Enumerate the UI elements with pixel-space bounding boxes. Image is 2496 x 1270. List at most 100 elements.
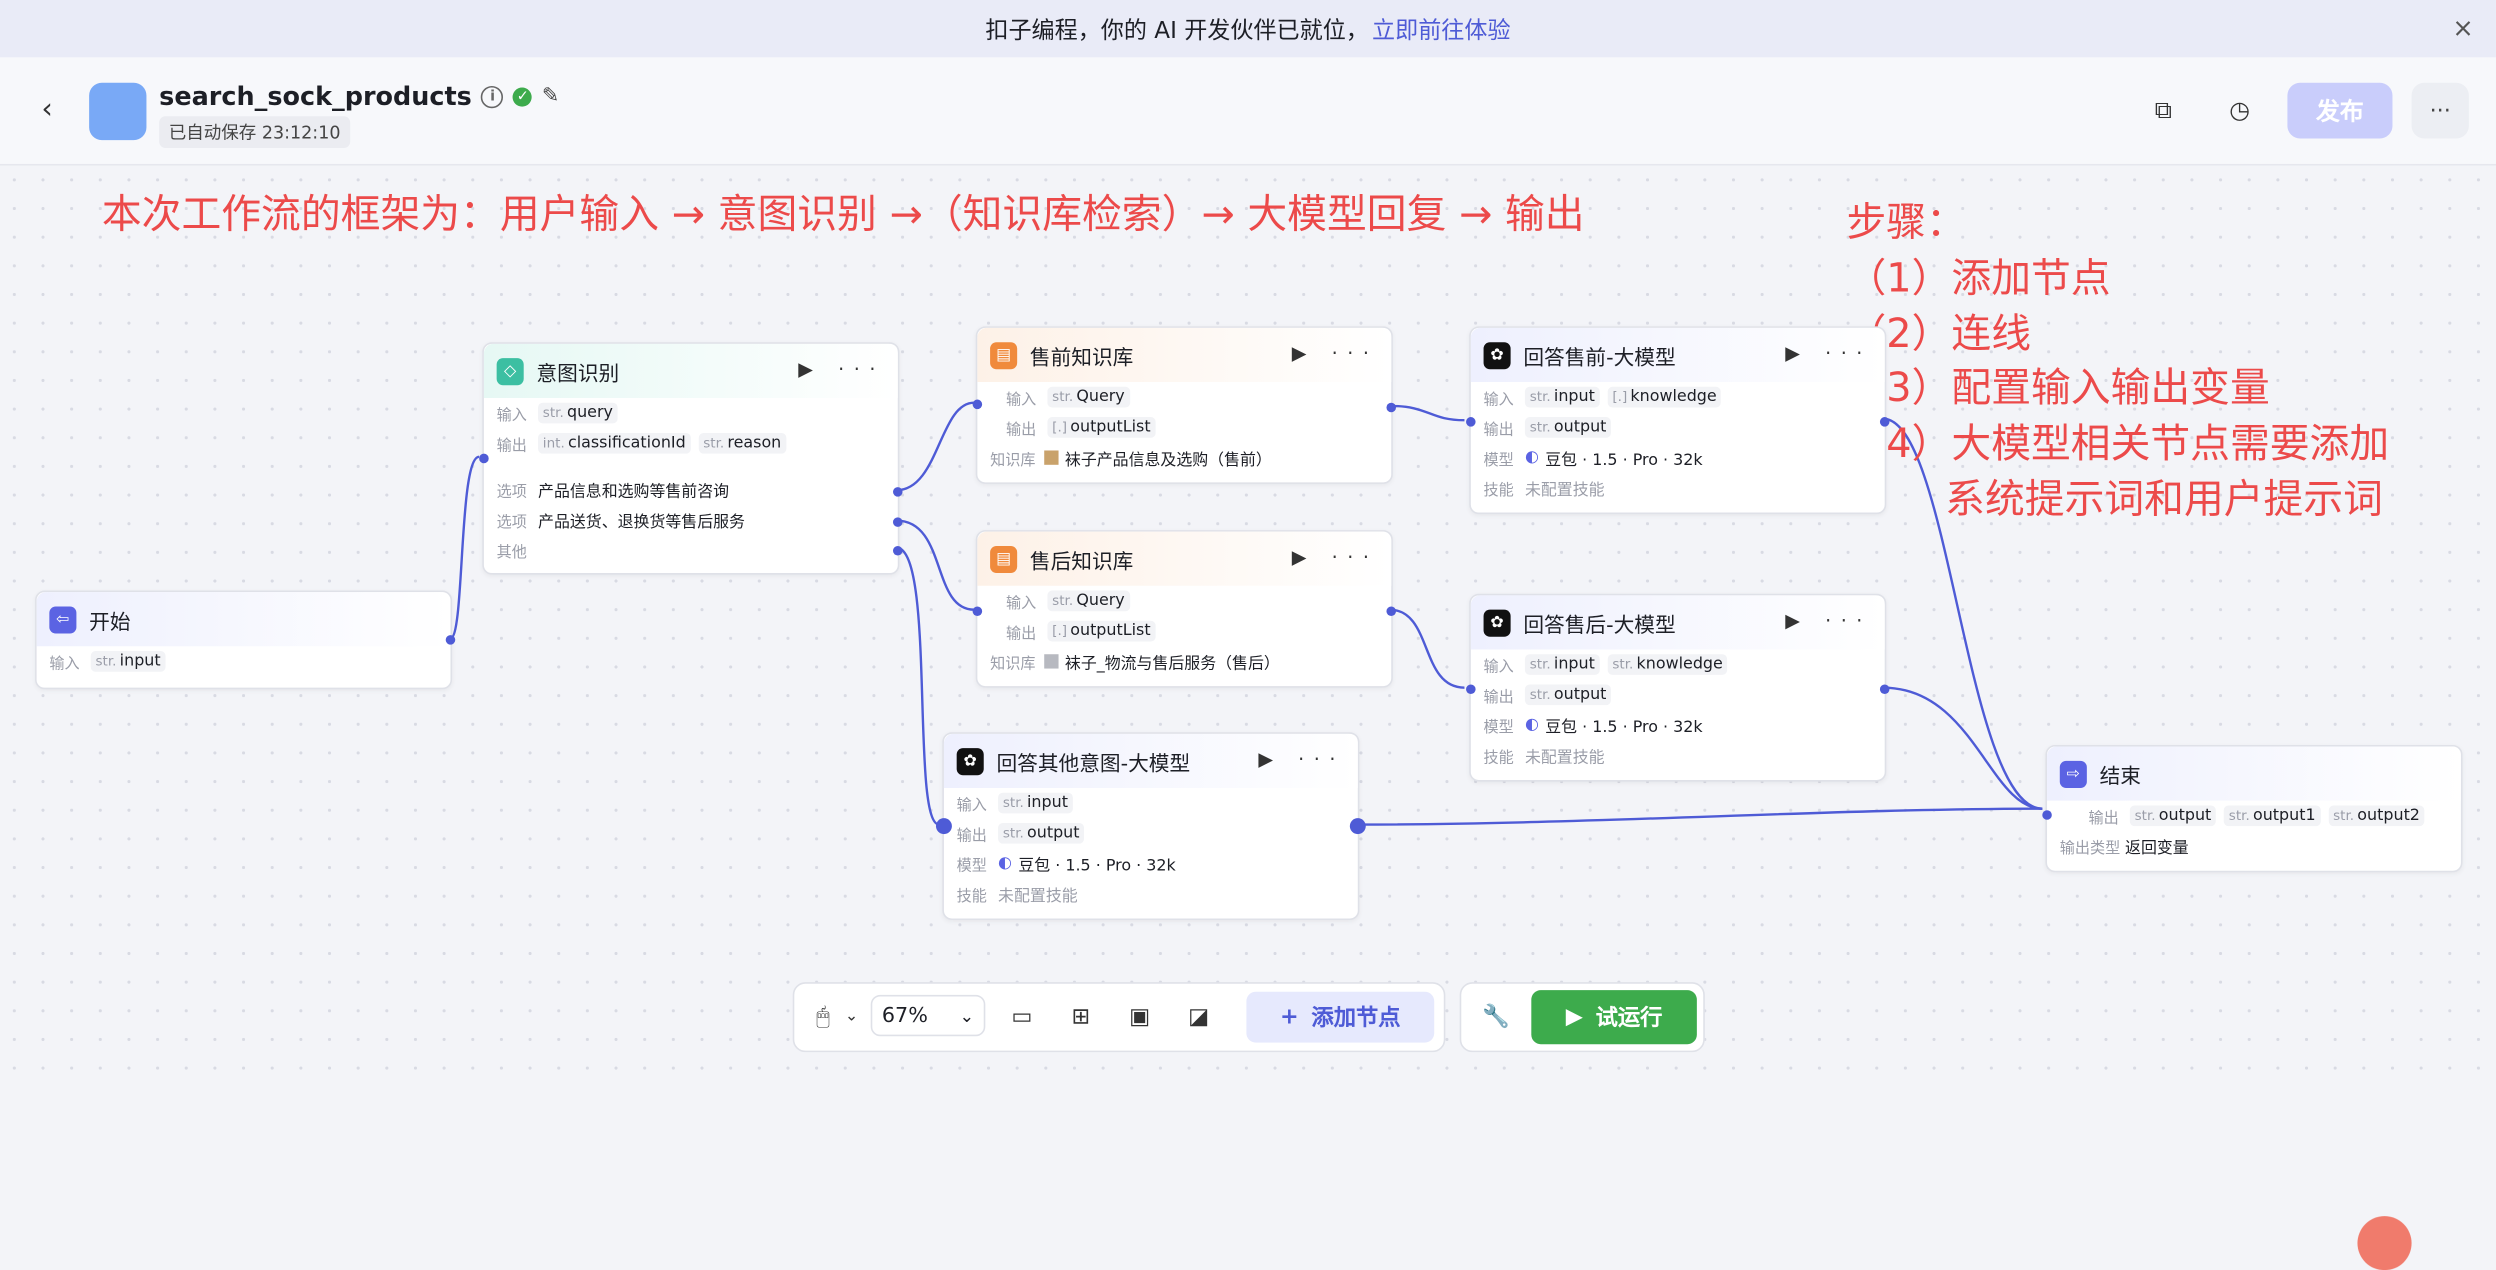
var-tag: str. output1 xyxy=(2224,805,2320,826)
node-postsale-kb[interactable]: ▤ 售后知识库 ▶ ··· 输入 str. Query 输出 [.] outputL… xyxy=(976,530,1393,688)
node-postsale-llm[interactable]: ✿ 回答售后-大模型 ▶ ··· 输入 str. input str. knowle… xyxy=(1469,594,1886,782)
check-icon: ✓ xyxy=(513,87,532,106)
output-port-1[interactable] xyxy=(893,487,903,497)
node-other-llm[interactable]: ✿ 回答其他意图-大模型 ▶ ··· 输入 str. input 输出 str. o… xyxy=(942,732,1359,920)
output-port[interactable] xyxy=(1350,818,1366,834)
output-port[interactable] xyxy=(1880,417,1890,427)
info-icon[interactable]: i xyxy=(481,85,503,107)
skill-label: 技能 xyxy=(957,883,998,905)
outtype-label: 输出类型 xyxy=(2060,835,2125,857)
llm-icon: ✿ xyxy=(957,747,984,774)
node-title: 售前知识库 xyxy=(1030,340,1133,370)
option-row: 其他 xyxy=(484,535,898,565)
node-actions[interactable]: ▶ ··· xyxy=(798,358,885,380)
node-start[interactable]: ⇦ 开始 输入 str. input xyxy=(35,591,452,690)
var-name: Query xyxy=(1076,592,1124,610)
zoom-select[interactable]: 67% ⌄ xyxy=(871,995,986,1036)
node-input-row: 输入 str. Query xyxy=(977,382,1391,412)
var-tag: str. query xyxy=(538,403,618,424)
back-icon[interactable]: ‹ xyxy=(41,92,52,125)
node-header: ⇨ 结束 xyxy=(2047,747,2461,801)
output-port[interactable] xyxy=(446,635,456,645)
more-menu-button[interactable]: ··· xyxy=(2412,83,2469,139)
test-run-button[interactable]: ▶ 试运行 xyxy=(1531,990,1697,1044)
edit-icon[interactable]: ✎ xyxy=(542,84,559,108)
copy-icon[interactable]: ⧉ xyxy=(2147,96,2179,128)
publish-button[interactable]: 发布 xyxy=(2287,83,2392,139)
node-actions[interactable]: ▶ ··· xyxy=(1292,342,1379,364)
chevron-down-icon[interactable]: ⌄ xyxy=(836,1001,868,1033)
node-actions[interactable]: ▶ ··· xyxy=(1258,748,1345,770)
wrench-icon[interactable]: 🔧 xyxy=(1480,1001,1512,1033)
model-icon: ◐ xyxy=(1525,716,1539,734)
node-skill-row: 技能 未配置技能 xyxy=(1471,473,1885,503)
play-icon: ▶ xyxy=(1566,1004,1583,1029)
node-title: 意图识别 xyxy=(536,356,619,386)
minimap-icon[interactable]: ◪ xyxy=(1183,1001,1215,1033)
input-label: 输入 xyxy=(1484,653,1525,675)
output-label: 输出 xyxy=(1006,416,1047,438)
node-header: ▤ 售后知识库 ▶ ··· xyxy=(977,532,1391,586)
output-label: 输出 xyxy=(2088,805,2129,827)
var-tag: str. input xyxy=(91,651,166,672)
framework-annotation: 本次工作流的框架为：用户输入 → 意图识别 →（知识库检索）→ 大模型回复 → … xyxy=(102,186,1585,242)
node-presale-kb[interactable]: ▤ 售前知识库 ▶ ··· 输入 str. Query 输出 [.] outputL… xyxy=(976,326,1393,484)
input-port[interactable] xyxy=(2042,810,2052,820)
var-name: knowledge xyxy=(1630,388,1716,406)
image-icon[interactable]: ▣ xyxy=(1124,1001,1156,1033)
edge-postkb-postllm xyxy=(1390,610,1465,688)
kb-label: 知识库 xyxy=(990,446,1044,468)
workflow-canvas[interactable]: 本次工作流的框架为：用户输入 → 意图识别 →（知识库检索）→ 大模型回复 → … xyxy=(0,166,2496,1080)
node-header: ✿ 回答售前-大模型 ▶ ··· xyxy=(1471,328,1885,382)
layout-icon[interactable]: ⊞ xyxy=(1065,1001,1097,1033)
llm-icon: ✿ xyxy=(1484,609,1511,636)
add-node-button[interactable]: + 添加节点 xyxy=(1246,992,1434,1043)
add-node-label: 添加节点 xyxy=(1311,1001,1400,1033)
node-end[interactable]: ⇨ 结束 输出 str. output str. output1 str. outpu… xyxy=(2045,745,2462,872)
input-label: 输入 xyxy=(957,792,998,814)
node-header: ✿ 回答其他意图-大模型 ▶ ··· xyxy=(944,734,1358,788)
close-icon[interactable]: × xyxy=(2452,13,2473,43)
node-output-row: 输出 str. output str. output1 str. output2 xyxy=(2047,801,2461,831)
type-prefix: str. xyxy=(1003,796,1024,812)
output-label: 输出 xyxy=(957,822,998,844)
var-tag: str. output xyxy=(1525,417,1611,438)
input-port[interactable] xyxy=(479,454,489,464)
node-kb-row: 知识库 袜子_物流与售后服务（售后） xyxy=(977,646,1391,676)
var-tag: str. reason xyxy=(698,433,786,454)
type-prefix: [.] xyxy=(1612,390,1627,406)
node-actions[interactable]: ▶ ··· xyxy=(1292,546,1379,568)
node-intent[interactable]: ◇ 意图识别 ▶ ··· 输入 str. query 输出 int. classif… xyxy=(482,342,899,574)
output-port[interactable] xyxy=(1386,606,1396,616)
output-port[interactable] xyxy=(1386,403,1396,413)
history-icon[interactable]: ◷ xyxy=(2224,96,2256,128)
var-name: output xyxy=(1554,686,1607,704)
type-prefix: str. xyxy=(1052,594,1073,610)
input-port[interactable] xyxy=(973,606,983,616)
node-actions[interactable]: ▶ ··· xyxy=(1785,610,1872,632)
banner-link[interactable]: 立即前往体验 xyxy=(1372,12,1510,45)
comment-icon[interactable]: ▭ xyxy=(1006,1001,1038,1033)
input-port[interactable] xyxy=(936,818,952,834)
node-actions[interactable]: ▶ ··· xyxy=(1785,342,1872,364)
input-port[interactable] xyxy=(973,400,983,410)
input-port[interactable] xyxy=(1466,417,1476,427)
input-port[interactable] xyxy=(1466,684,1476,694)
type-prefix: str. xyxy=(1530,420,1551,436)
var-tag: str. input xyxy=(1525,387,1600,408)
node-title: 回答其他意图-大模型 xyxy=(996,746,1190,776)
output-label: 输出 xyxy=(1484,416,1525,438)
node-title: 回答售前-大模型 xyxy=(1523,340,1675,370)
output-port-2[interactable] xyxy=(893,517,903,527)
assistant-avatar[interactable] xyxy=(2357,1216,2411,1270)
kb-thumb-icon xyxy=(1044,654,1058,668)
skill-value: 未配置技能 xyxy=(1525,476,1605,500)
var-tag: str. input xyxy=(998,793,1073,814)
mouse-mode-icon[interactable]: 🖱 xyxy=(807,1001,839,1033)
output-port-other[interactable] xyxy=(893,546,903,556)
output-port[interactable] xyxy=(1880,684,1890,694)
var-name: reason xyxy=(727,435,781,453)
var-tag: str. output2 xyxy=(2328,805,2424,826)
model-label: 模型 xyxy=(957,852,998,874)
node-presale-llm[interactable]: ✿ 回答售前-大模型 ▶ ··· 输入 str. input [.] knowled… xyxy=(1469,326,1886,514)
